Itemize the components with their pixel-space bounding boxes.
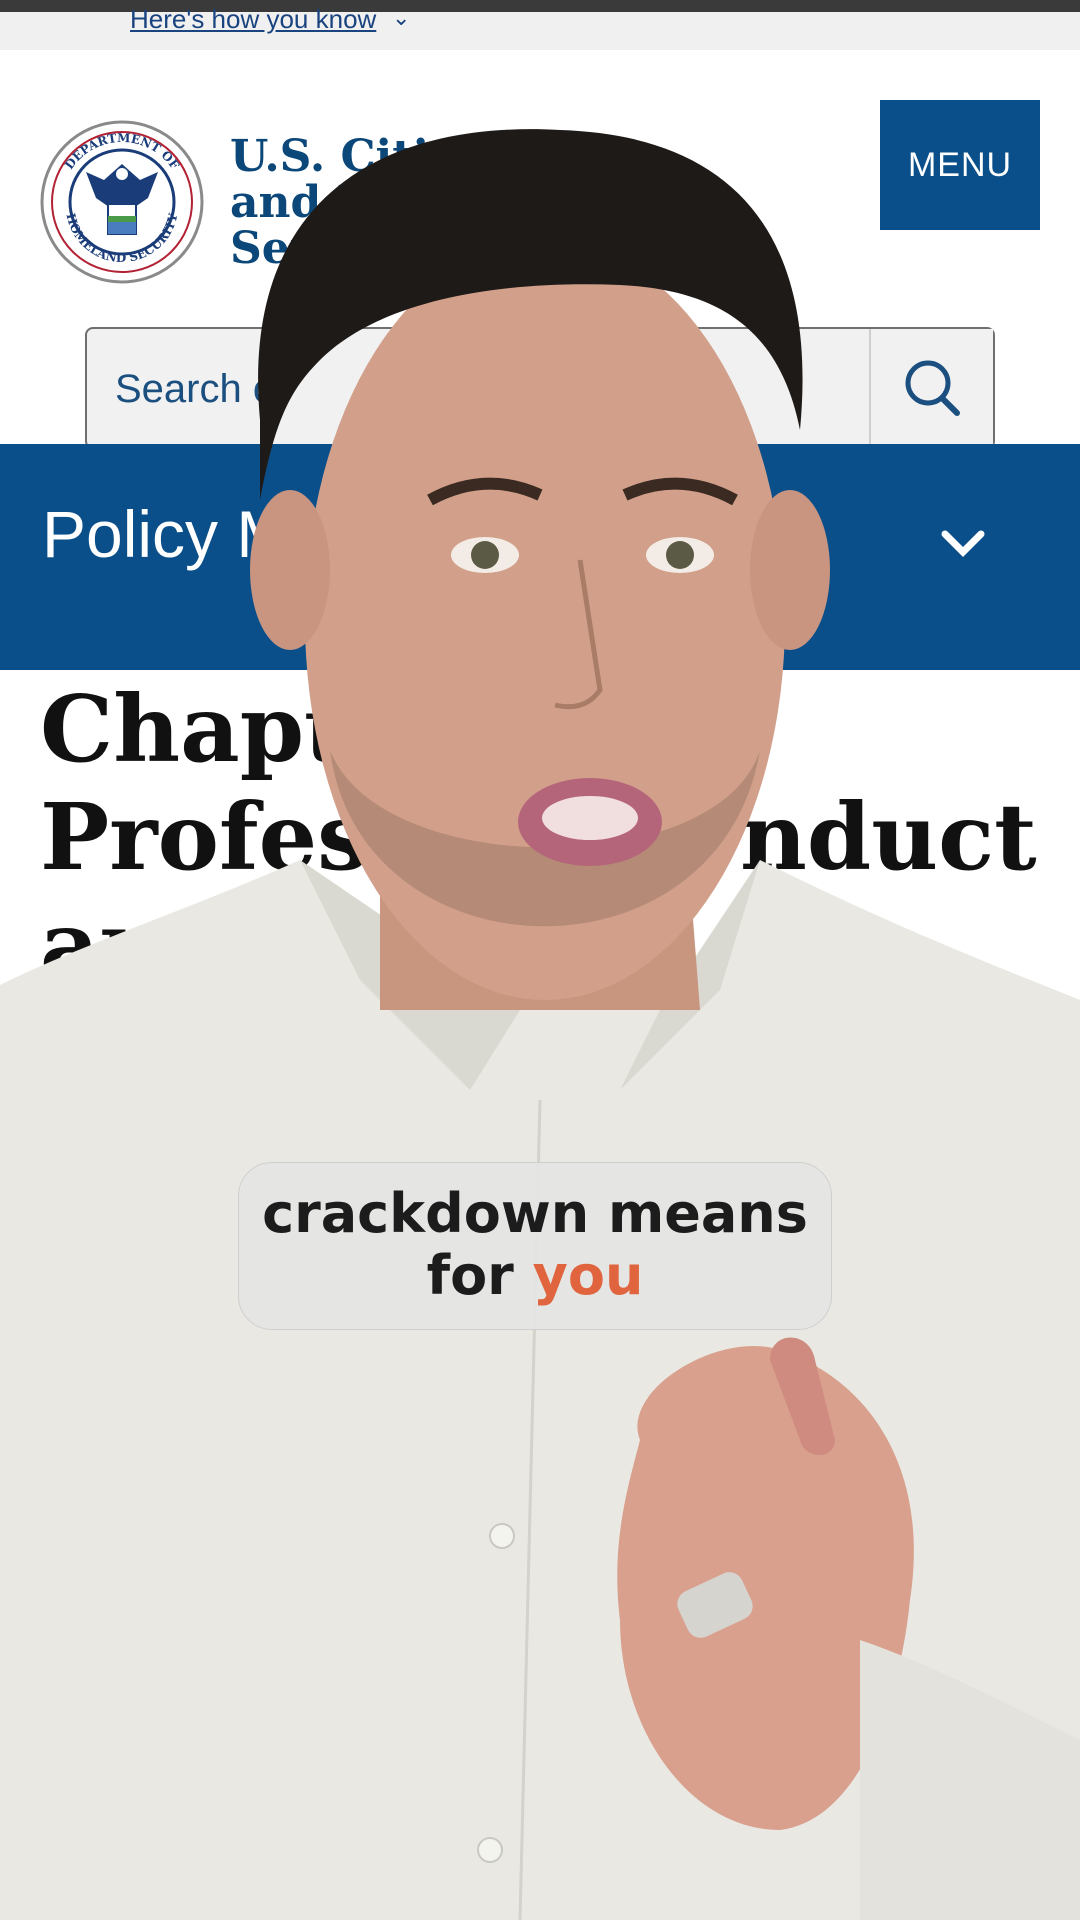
caption-line-2: for you: [239, 1245, 831, 1307]
subtitle-caption: crackdown means for you: [238, 1162, 832, 1330]
presenter-video-overlay: [0, 129, 1080, 1920]
caption-highlight-word: you: [532, 1244, 644, 1307]
caption-word-for: for: [426, 1244, 514, 1307]
caption-line-1: crackdown means: [262, 1182, 808, 1245]
